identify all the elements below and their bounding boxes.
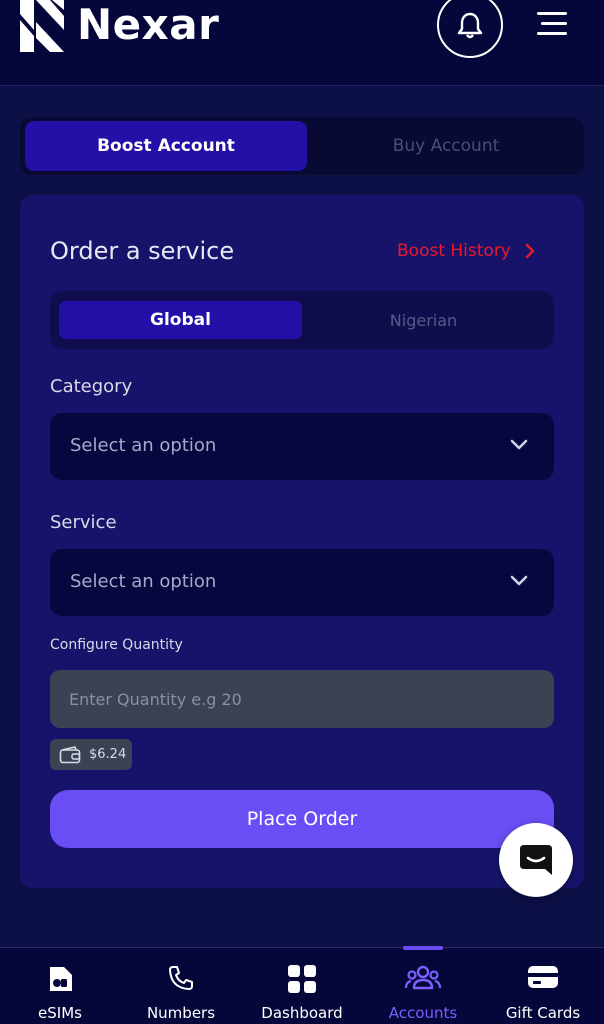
account-type-tabs: Boost Account Buy Account (20, 117, 584, 175)
nav-label-esims: eSIMs (38, 1004, 82, 1022)
order-title: Order a service (50, 237, 235, 265)
service-select[interactable]: Select an option (50, 549, 554, 616)
phone-icon (169, 966, 193, 990)
esim-icon (50, 967, 72, 991)
wallet-icon (59, 745, 81, 763)
nav-label-numbers: Numbers (146, 1004, 216, 1022)
dashboard-icon (288, 965, 316, 993)
place-order-button[interactable]: Place Order (50, 790, 554, 848)
quantity-input[interactable] (50, 670, 554, 728)
menu-button[interactable] (537, 12, 569, 38)
category-placeholder: Select an option (70, 435, 217, 456)
chevron-down-icon (510, 575, 528, 586)
nav-item-accounts[interactable]: Accounts (363, 948, 483, 1024)
region-tabs: Global Nigerian (50, 291, 554, 349)
nav-label-gift-cards: Gift Cards (505, 1004, 581, 1022)
tab-nigerian[interactable]: Nigerian (302, 301, 545, 339)
order-card: Order a service Boost History Global Nig… (20, 195, 584, 888)
nexar-logo-icon (20, 0, 64, 52)
users-icon (404, 965, 442, 990)
nav-item-numbers[interactable]: Numbers (121, 948, 241, 1024)
gift-card-icon (528, 966, 558, 988)
category-label: Category (50, 376, 133, 397)
chat-icon (520, 845, 552, 875)
service-placeholder: Select an option (70, 571, 217, 592)
service-label: Service (50, 512, 117, 533)
bell-icon (457, 12, 483, 39)
bottom-navigation: eSIMs Numbers Dashboard Accounts Gift Ca… (0, 946, 604, 1024)
category-select[interactable]: Select an option (50, 413, 554, 480)
chat-support-button[interactable] (499, 823, 573, 897)
nav-label-dashboard: Dashboard (261, 1004, 343, 1022)
nav-item-esims[interactable]: eSIMs (0, 948, 120, 1024)
chevron-right-icon (525, 243, 535, 259)
nav-item-dashboard[interactable]: Dashboard (242, 948, 362, 1024)
brand-name: Nexar (77, 0, 220, 49)
tab-boost-account[interactable]: Boost Account (25, 121, 307, 171)
chevron-down-icon (510, 439, 528, 450)
boost-history-link[interactable]: Boost History (397, 241, 535, 261)
quantity-label: Configure Quantity (50, 637, 183, 653)
tab-buy-account[interactable]: Buy Account (312, 121, 580, 171)
wallet-balance: $6.24 (89, 747, 127, 762)
wallet-balance-badge: $6.24 (50, 739, 132, 770)
nav-label-accounts: Accounts (388, 1004, 458, 1022)
notifications-button[interactable] (437, 0, 503, 58)
top-bar: Nexar (0, 0, 604, 86)
nav-item-gift-cards[interactable]: Gift Cards (483, 948, 603, 1024)
boost-history-label: Boost History (397, 241, 511, 261)
tab-global[interactable]: Global (59, 301, 302, 339)
